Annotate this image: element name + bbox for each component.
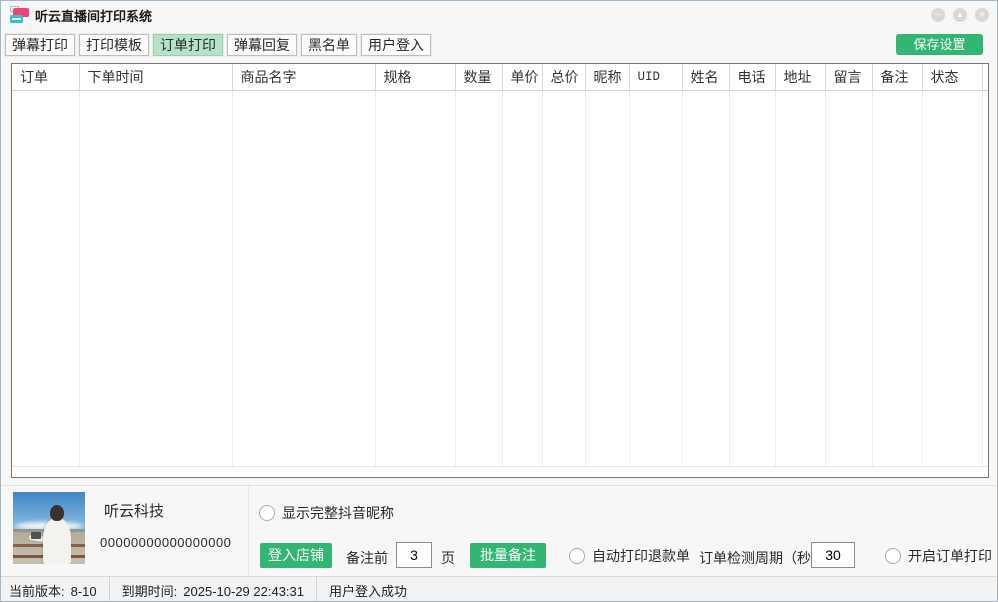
col-order[interactable]: 订单 — [12, 64, 79, 90]
window-title: 听云直播间打印系统 — [35, 6, 152, 25]
tab-blacklist[interactable]: 黑名单 — [301, 34, 357, 56]
order-check-period-input[interactable] — [811, 542, 855, 568]
enable-order-print-radio[interactable] — [885, 548, 901, 564]
col-phone[interactable]: 电话 — [729, 64, 775, 90]
auto-print-refund-label: 自动打印退款单 — [592, 546, 690, 566]
col-scroll-stub — [982, 64, 988, 90]
app-window: 听云直播间打印系统 — ▲ ✕ 弹幕打印 打印模板 订单打印 弹幕回复 黑名单 … — [0, 0, 998, 602]
table-header-row: 订单 下单时间 商品名字 规格 数量 单价 总价 昵称 UID 姓名 电话 地址… — [12, 64, 988, 90]
order-check-period-label: 订单检测周期（秒） — [699, 548, 825, 568]
account-id: 00000000000000000 — [100, 535, 231, 550]
close-icon[interactable]: ✕ — [975, 8, 989, 22]
bottom-panel: 听云科技 00000000000000000 显示完整抖音昵称 登入店铺 备注前… — [1, 485, 998, 576]
show-full-nickname-option[interactable]: 显示完整抖音昵称 — [259, 503, 394, 523]
version-label: 当前版本: — [9, 584, 65, 599]
expire-info: 到期时间: 2025-10-29 22:43:31 — [110, 581, 316, 600]
col-total-price[interactable]: 总价 — [542, 64, 585, 90]
col-status[interactable]: 状态 — [922, 64, 982, 90]
expire-value: 2025-10-29 22:43:31 — [183, 584, 304, 599]
expire-label: 到期时间: — [122, 584, 178, 599]
note-prefix-label: 备注前 — [346, 548, 388, 568]
account-name: 听云科技 — [104, 500, 164, 521]
tab-danmu-reply[interactable]: 弹幕回复 — [227, 34, 297, 56]
note-pages-input[interactable] — [396, 542, 432, 568]
col-order-time[interactable]: 下单时间 — [79, 64, 232, 90]
col-name[interactable]: 姓名 — [682, 64, 729, 90]
login-shop-button[interactable]: 登入店铺 — [260, 543, 332, 568]
status-bar: 当前版本: 8-10 到期时间: 2025-10-29 22:43:31 用户登入成… — [1, 576, 998, 602]
table-bottom-strip — [12, 466, 988, 477]
account-avatar — [13, 492, 85, 564]
auto-print-refund-option[interactable]: 自动打印退款单 — [569, 546, 690, 566]
table-empty-body — [12, 90, 988, 466]
title-bar: 听云直播间打印系统 — ▲ ✕ — [1, 1, 997, 29]
printer-app-icon — [9, 6, 29, 24]
col-address[interactable]: 地址 — [775, 64, 825, 90]
col-product-name[interactable]: 商品名字 — [232, 64, 375, 90]
tab-danmu-print[interactable]: 弹幕打印 — [5, 34, 75, 56]
login-status: 用户登入成功 — [317, 581, 419, 600]
panel-divider — [248, 486, 249, 577]
window-controls: — ▲ ✕ — [931, 8, 989, 22]
col-spec[interactable]: 规格 — [375, 64, 455, 90]
col-quantity[interactable]: 数量 — [455, 64, 502, 90]
tab-order-print[interactable]: 订单打印 — [153, 34, 223, 56]
version-value: 8-10 — [71, 584, 97, 599]
maximize-icon[interactable]: ▲ — [953, 8, 967, 22]
tab-user-login[interactable]: 用户登入 — [361, 34, 431, 56]
version-info: 当前版本: 8-10 — [1, 581, 109, 600]
col-nickname[interactable]: 昵称 — [585, 64, 629, 90]
enable-order-print-option[interactable]: 开启订单打印 — [885, 546, 992, 566]
minimize-icon[interactable]: — — [931, 8, 945, 22]
save-settings-button[interactable]: 保存设置 — [896, 34, 983, 55]
col-unit-price[interactable]: 单价 — [502, 64, 542, 90]
col-uid[interactable]: UID — [629, 64, 682, 90]
col-message[interactable]: 留言 — [825, 64, 872, 90]
tab-bar: 弹幕打印 打印模板 订单打印 弹幕回复 黑名单 用户登入 — [5, 34, 431, 56]
auto-print-refund-radio[interactable] — [569, 548, 585, 564]
batch-note-button[interactable]: 批量备注 — [470, 543, 546, 568]
show-full-nickname-radio[interactable] — [259, 505, 275, 521]
show-full-nickname-label: 显示完整抖音昵称 — [282, 503, 394, 523]
tab-print-template[interactable]: 打印模板 — [79, 34, 149, 56]
note-pages-unit-label: 页 — [441, 548, 455, 568]
enable-order-print-label: 开启订单打印 — [908, 546, 992, 566]
orders-table: 订单 下单时间 商品名字 规格 数量 单价 总价 昵称 UID 姓名 电话 地址… — [11, 63, 989, 478]
col-remark[interactable]: 备注 — [872, 64, 922, 90]
